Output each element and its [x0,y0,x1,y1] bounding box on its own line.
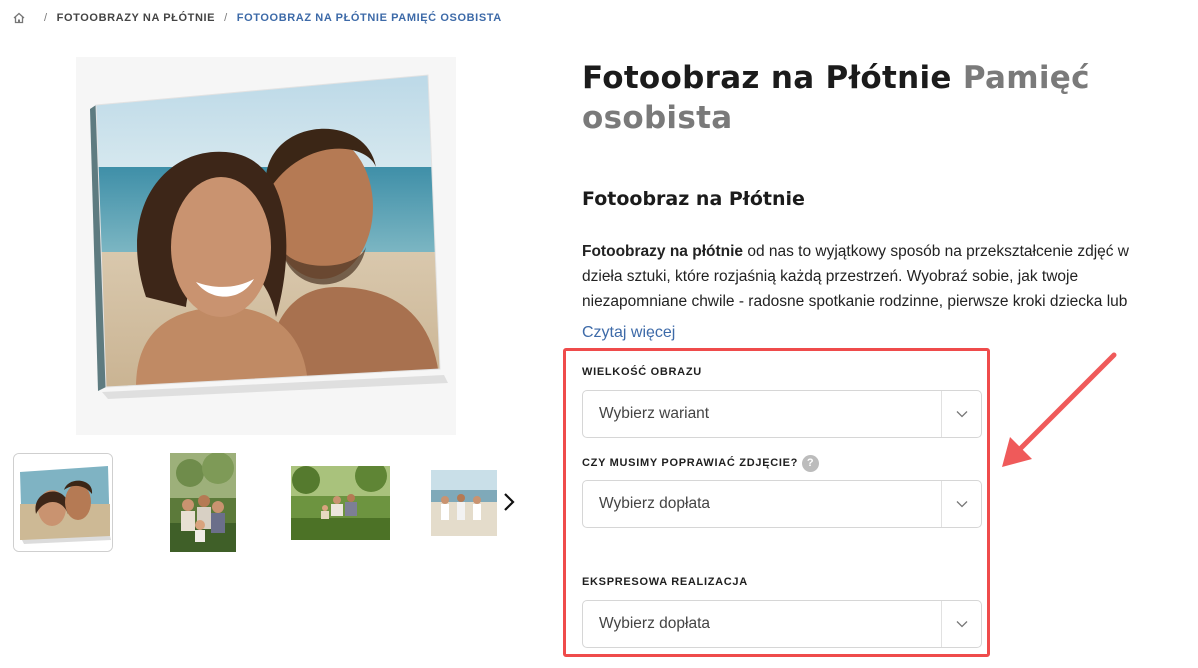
product-title: Fotoobraz na Płótnie Pamięć osobista [582,58,1142,138]
thumbnails-next-button[interactable] [499,487,519,517]
product-title-main: Fotoobraz na Płótnie [582,60,952,96]
option-label-size-text: WIELKOŚĆ OBRAZU [582,366,702,378]
size-select-value: Wybierz wariant [599,405,710,422]
annotation-arrow-icon [1002,352,1117,467]
product-main-image[interactable] [76,57,456,435]
breadcrumb-item-category[interactable]: Fotoobrazy na Płótnie [57,12,215,24]
breadcrumb-item-current: Fotoobraz na Płótnie Pamięć osobista [236,12,502,24]
read-more-link[interactable]: Czytaj więcej [582,324,675,342]
chevron-down-icon [941,481,981,527]
photo-fix-select-value: Wybierz dopłata [599,495,710,512]
breadcrumb-separator: / [44,12,48,24]
chevron-down-icon [941,601,981,647]
breadcrumb: / Fotoobrazy na Płótnie / Fotoobraz na P… [13,10,502,26]
option-label-express: EKSPRESOWA REALIZACJA [582,576,748,588]
express-select-value: Wybierz dopłata [599,615,710,632]
option-label-photo-fix-text: CZY MUSIMY POPRAWIAĆ ZDJĘCIE? [582,457,799,469]
home-icon[interactable] [13,12,25,24]
product-description: Fotoobrazy na płótnie od nas to wyjątkow… [582,239,1162,313]
section-heading: Fotoobraz na Płótnie [582,188,805,210]
chevron-right-icon [504,493,515,511]
thumbnail-3[interactable] [291,466,390,540]
option-label-express-text: EKSPRESOWA REALIZACJA [582,576,748,588]
chevron-down-icon [941,391,981,437]
option-label-size: WIELKOŚĆ OBRAZU [582,366,702,378]
express-select[interactable]: Wybierz dopłata [582,600,982,648]
thumbnail-2[interactable] [170,453,236,552]
photo-fix-select[interactable]: Wybierz dopłata [582,480,982,528]
help-icon[interactable]: ? [802,454,820,472]
thumbnail-1[interactable] [13,453,113,552]
option-label-photo-fix: CZY MUSIMY POPRAWIAĆ ZDJĘCIE? ? [582,454,820,472]
thumbnail-4[interactable] [431,470,497,536]
size-select[interactable]: Wybierz wariant [582,390,982,438]
description-bold: Fotoobrazy na płótnie [582,243,744,260]
breadcrumb-separator: / [224,12,228,24]
